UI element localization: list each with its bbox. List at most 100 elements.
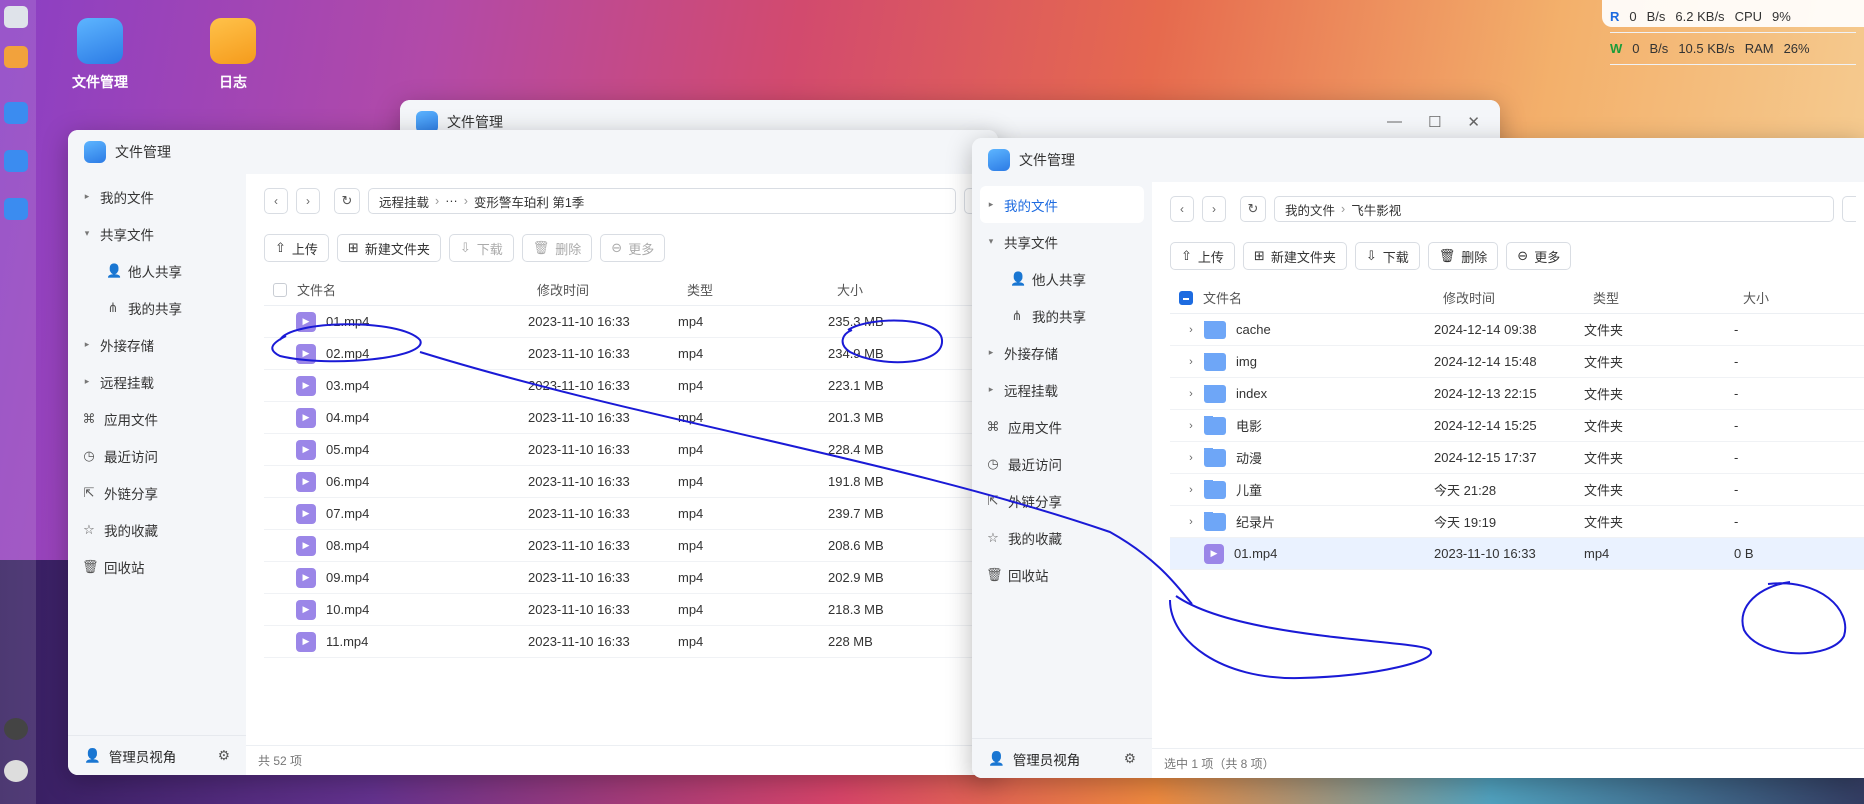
refresh-icon[interactable]: ↻ bbox=[334, 188, 360, 214]
forward-button[interactable]: › bbox=[296, 188, 320, 214]
file-name[interactable]: 02.mp4 bbox=[326, 346, 369, 361]
column-header-modified[interactable]: 修改时间 bbox=[1433, 288, 1583, 307]
file-manager-window-left[interactable]: 文件管理 ▸ 我的文件 ▾ 共享文件 👤 他人共享 ⋔ 我的共享 ▸ 外接存储 ▸ 远程挂载… bbox=[68, 130, 998, 775]
file-name[interactable]: 03.mp4 bbox=[326, 378, 369, 393]
minimize-icon[interactable]: — bbox=[1387, 113, 1402, 131]
table-row[interactable]: › 纪录片 今天 19:19 文件夹 - bbox=[1170, 506, 1864, 538]
file-name[interactable]: 04.mp4 bbox=[326, 410, 369, 425]
desktop-icon-file-manager[interactable]: 文件管理 bbox=[60, 18, 140, 92]
expand-chevron-icon[interactable]: › bbox=[1184, 356, 1198, 368]
file-name[interactable]: 动漫 bbox=[1236, 448, 1262, 467]
file-name[interactable]: cache bbox=[1236, 322, 1271, 337]
sidebar-item-favorites[interactable]: ☆ 我的收藏 bbox=[972, 519, 1152, 556]
sidebar-item-remote[interactable]: ▸ 远程挂载 bbox=[972, 371, 1152, 408]
table-row[interactable]: ▶ 03.mp4 2023-11-10 16:33 mp4 223.1 MB bbox=[264, 370, 998, 402]
bell-icon[interactable] bbox=[4, 760, 28, 782]
sidebar-item-my-share[interactable]: ⋔ 我的共享 bbox=[972, 297, 1152, 334]
expand-chevron-icon[interactable]: › bbox=[1184, 388, 1198, 400]
file-name[interactable]: 09.mp4 bbox=[326, 570, 369, 585]
file-manager-dock-icon-3[interactable] bbox=[4, 198, 28, 220]
breadcrumb-item[interactable]: 变形警车珀利 第1季 bbox=[474, 192, 584, 211]
admin-view-toggle[interactable]: 管理员视角 bbox=[109, 746, 177, 766]
breadcrumb-item[interactable]: 远程挂载 bbox=[379, 192, 429, 211]
sidebar-item-others-share[interactable]: 👤 他人共享 bbox=[68, 252, 246, 289]
file-name[interactable]: 01.mp4 bbox=[326, 314, 369, 329]
expand-chevron-icon[interactable]: › bbox=[1184, 484, 1198, 496]
upload-button[interactable]: ⇧ 上传 bbox=[264, 234, 329, 262]
breadcrumb[interactable]: 我的文件 › 飞牛影视 bbox=[1274, 196, 1834, 222]
select-all-checkbox[interactable] bbox=[1179, 290, 1193, 305]
sidebar-item-link-share[interactable]: ⇱ 外链分享 bbox=[972, 482, 1152, 519]
sidebar-item-apps[interactable]: ⌘ 应用文件 bbox=[972, 408, 1152, 445]
table-row[interactable]: ▶ 02.mp4 2023-11-10 16:33 mp4 234.9 MB bbox=[264, 338, 998, 370]
gear-icon[interactable]: ⚙ bbox=[218, 748, 230, 764]
more-button[interactable]: ⊖ 更多 bbox=[1506, 242, 1572, 270]
desktop-icon-log[interactable]: 日志 bbox=[193, 18, 273, 92]
file-name[interactable]: 电影 bbox=[1236, 416, 1262, 435]
download-button[interactable]: ⇩ 下载 bbox=[448, 234, 514, 262]
maximize-icon[interactable]: ☐ bbox=[1428, 113, 1441, 131]
breadcrumb-ellipsis[interactable]: ··· bbox=[445, 194, 458, 208]
table-row[interactable]: › 动漫 2024-12-15 17:37 文件夹 - bbox=[1170, 442, 1864, 474]
file-name[interactable]: 08.mp4 bbox=[326, 538, 369, 553]
sidebar-item-recent[interactable]: ◷ 最近访问 bbox=[972, 445, 1152, 482]
sidebar-item-shared[interactable]: ▾ 共享文件 bbox=[68, 215, 246, 252]
sidebar-item-external[interactable]: ▸ 外接存储 bbox=[68, 326, 246, 363]
sidebar-item-shared[interactable]: ▾ 共享文件 bbox=[972, 223, 1152, 260]
file-manager-dock-icon-2[interactable] bbox=[4, 150, 28, 172]
file-name[interactable]: 06.mp4 bbox=[326, 474, 369, 489]
sidebar-item-recent[interactable]: ◷ 最近访问 bbox=[68, 437, 246, 474]
back-button[interactable]: ‹ bbox=[264, 188, 288, 214]
column-header-modified[interactable]: 修改时间 bbox=[527, 280, 677, 299]
sidebar-item-my-share[interactable]: ⋔ 我的共享 bbox=[68, 289, 246, 326]
close-icon[interactable]: ✕ bbox=[1467, 113, 1480, 131]
table-row[interactable]: ▶ 01.mp4 2023-11-10 16:33 mp4 235.3 MB bbox=[264, 306, 998, 338]
column-header-name[interactable]: 文件名 bbox=[1193, 288, 1433, 307]
table-row[interactable]: ▶ 09.mp4 2023-11-10 16:33 mp4 202.9 MB bbox=[264, 562, 998, 594]
file-name[interactable]: 儿童 bbox=[1236, 480, 1262, 499]
file-name[interactable]: 07.mp4 bbox=[326, 506, 369, 521]
delete-button[interactable]: 🗑 删除 bbox=[521, 234, 593, 262]
sidebar-item-apps[interactable]: ⌘ 应用文件 bbox=[68, 400, 246, 437]
table-row[interactable]: ▶ 10.mp4 2023-11-10 16:33 mp4 218.3 MB bbox=[264, 594, 998, 626]
file-name[interactable]: 01.mp4 bbox=[1234, 546, 1277, 561]
expand-chevron-icon[interactable]: › bbox=[1184, 420, 1198, 432]
sidebar-item-trash[interactable]: 🗑 回收站 bbox=[972, 556, 1152, 593]
select-all-checkbox[interactable] bbox=[273, 282, 287, 297]
delete-button[interactable]: 🗑 删除 bbox=[1427, 242, 1499, 270]
sidebar-item-my-files[interactable]: ▸ 我的文件 bbox=[68, 178, 246, 215]
gear-icon[interactable]: ⚙ bbox=[1124, 751, 1136, 767]
refresh-icon[interactable]: ↻ bbox=[1240, 196, 1266, 222]
column-header-type[interactable]: 类型 bbox=[677, 280, 827, 299]
table-row[interactable]: ▶ 01.mp4 2023-11-10 16:33 mp4 0 B bbox=[1170, 538, 1864, 570]
sidebar-item-others-share[interactable]: 👤 他人共享 bbox=[972, 260, 1152, 297]
table-row[interactable]: › img 2024-12-14 15:48 文件夹 - bbox=[1170, 346, 1864, 378]
forward-button[interactable]: › bbox=[1202, 196, 1226, 222]
expand-chevron-icon[interactable]: › bbox=[1184, 324, 1198, 336]
file-name[interactable]: img bbox=[1236, 354, 1257, 369]
file-manager-dock-icon[interactable] bbox=[4, 102, 28, 124]
table-row[interactable]: ▶ 04.mp4 2023-11-10 16:33 mp4 201.3 MB bbox=[264, 402, 998, 434]
breadcrumb-item[interactable]: 我的文件 bbox=[1285, 200, 1335, 219]
column-header-type[interactable]: 类型 bbox=[1583, 288, 1733, 307]
sidebar-item-link-share[interactable]: ⇱ 外链分享 bbox=[68, 474, 246, 511]
table-row[interactable]: ▶ 07.mp4 2023-11-10 16:33 mp4 239.7 MB bbox=[264, 498, 998, 530]
sidebar-item-remote[interactable]: ▸ 远程挂载 bbox=[68, 363, 246, 400]
table-row[interactable]: ▶ 06.mp4 2023-11-10 16:33 mp4 191.8 MB bbox=[264, 466, 998, 498]
file-name[interactable]: 05.mp4 bbox=[326, 442, 369, 457]
help-icon[interactable] bbox=[4, 718, 28, 740]
sidebar-item-external[interactable]: ▸ 外接存储 bbox=[972, 334, 1152, 371]
file-name[interactable]: 10.mp4 bbox=[326, 602, 369, 617]
breadcrumb-item[interactable]: 飞牛影视 bbox=[1351, 200, 1401, 219]
sidebar-item-my-files[interactable]: ▸ 我的文件 bbox=[980, 186, 1144, 223]
table-row[interactable]: ▶ 05.mp4 2023-11-10 16:33 mp4 228.4 MB bbox=[264, 434, 998, 466]
sidebar-item-favorites[interactable]: ☆ 我的收藏 bbox=[68, 511, 246, 548]
back-button[interactable]: ‹ bbox=[1170, 196, 1194, 222]
upload-button[interactable]: ⇧ 上传 bbox=[1170, 242, 1235, 270]
column-header-size[interactable]: 大小 bbox=[1733, 288, 1853, 307]
column-header-size[interactable]: 大小 bbox=[827, 280, 947, 299]
table-row[interactable]: ▶ 08.mp4 2023-11-10 16:33 mp4 208.6 MB bbox=[264, 530, 998, 562]
column-header-name[interactable]: 文件名 bbox=[287, 280, 527, 299]
new-folder-button[interactable]: ⊞ 新建文件夹 bbox=[336, 234, 441, 262]
file-name[interactable]: 纪录片 bbox=[1236, 512, 1275, 531]
